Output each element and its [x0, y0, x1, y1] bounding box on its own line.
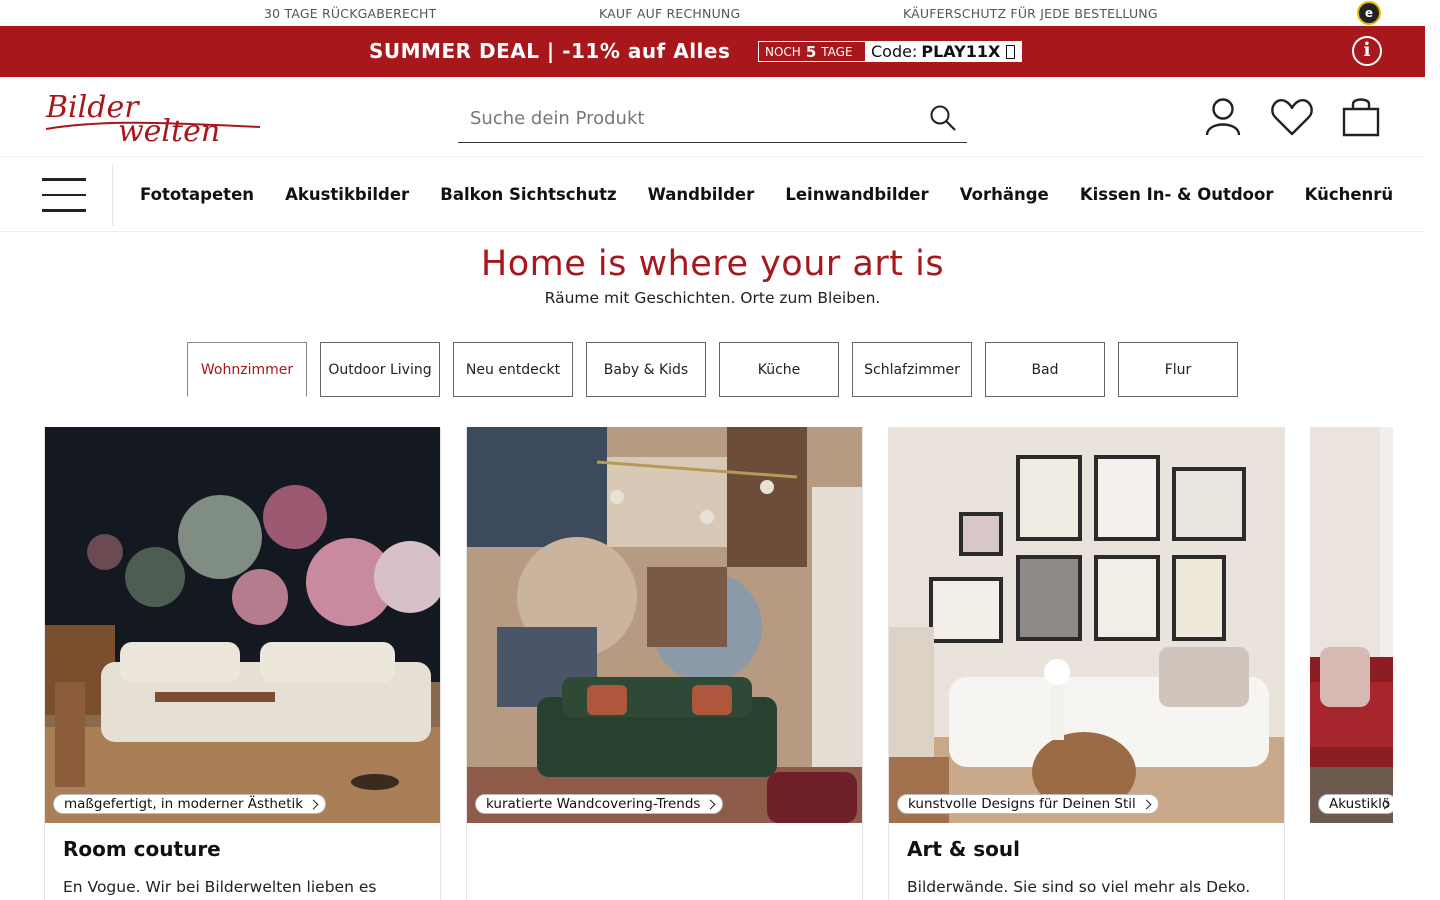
- nav-item-vorhaenge[interactable]: Vorhänge: [960, 158, 1049, 232]
- nav-item-wandbilder[interactable]: Wandbilder: [648, 158, 755, 232]
- shopping-bag-icon[interactable]: [1341, 97, 1381, 137]
- tab-bad[interactable]: Bad: [985, 342, 1105, 397]
- tab-schlafzimmer[interactable]: Schlafzimmer: [852, 342, 972, 397]
- category-navigation: Fototapeten Akustikbilder Balkon Sichtsc…: [0, 158, 1425, 232]
- card-pill-link[interactable]: maßgefertigt, in moderner Ästhetik: [53, 794, 327, 814]
- tab-outdoor-living[interactable]: Outdoor Living: [320, 342, 440, 397]
- nav-divider: [112, 164, 113, 226]
- promo-countdown: NOCH 5 TAGE: [758, 41, 866, 62]
- inspiration-card-acoustic[interactable]: Akustiklö: [1310, 427, 1393, 823]
- tab-wohnzimmer[interactable]: Wohnzimmer: [187, 342, 307, 397]
- countdown-prefix: NOCH: [765, 44, 801, 59]
- nav-item-kuechenrueckwaende[interactable]: Küchenrückwände: [1305, 158, 1393, 232]
- trust-bar: 30 TAGE RÜCKGABERECHT KAUF AUF RECHNUNG …: [0, 0, 1425, 26]
- logo-text-bottom: welten: [118, 114, 220, 145]
- account-icon[interactable]: [1203, 97, 1243, 137]
- card-image-red-sofa: [1310, 427, 1393, 823]
- promo-code-copy-button[interactable]: Code: PLAY11X: [866, 41, 1022, 62]
- card-image-abstract-wall: [467, 427, 862, 823]
- promo-bar: SUMMER DEAL | -11% auf Alles NOCH 5 TAGE…: [0, 26, 1425, 77]
- nav-item-akustikbilder[interactable]: Akustikbilder: [285, 158, 409, 232]
- nav-items: Fototapeten Akustikbilder Balkon Sichtsc…: [140, 158, 1393, 232]
- trusted-shops-seal-icon[interactable]: e: [1357, 1, 1381, 25]
- countdown-unit: TAGE: [821, 44, 853, 59]
- tab-flur[interactable]: Flur: [1118, 342, 1238, 397]
- menu-hamburger-icon[interactable]: [42, 178, 86, 212]
- trust-item-invoice: KAUF AUF RECHNUNG: [599, 6, 741, 21]
- card-image-gallery-wall: [889, 427, 1284, 823]
- bilderwelten-logo[interactable]: Bilder welten: [44, 89, 264, 145]
- trust-item-buyer-protection: KÄUFERSCHUTZ FÜR JEDE BESTELLUNG: [903, 6, 1158, 21]
- search-bar: [458, 95, 967, 143]
- tab-baby-kids[interactable]: Baby & Kids: [586, 342, 706, 397]
- page-subline: Räume mit Geschichten. Orte zum Bleiben.: [544, 289, 881, 307]
- tab-neu-entdeckt[interactable]: Neu entdeckt: [453, 342, 573, 397]
- promo-text: SUMMER DEAL | -11% auf Alles: [369, 39, 731, 63]
- search-input[interactable]: [470, 103, 910, 133]
- card-text: Bilderwände. Sie sind so viel mehr als D…: [907, 878, 1251, 896]
- nav-item-balkon-sichtschutz[interactable]: Balkon Sichtschutz: [440, 158, 616, 232]
- wishlist-heart-icon[interactable]: [1270, 97, 1314, 137]
- trust-item-returns: 30 TAGE RÜCKGABERECHT: [264, 6, 437, 21]
- search-icon[interactable]: [929, 104, 957, 132]
- inspiration-card-art-and-soul[interactable]: kunstvolle Designs für Deinen Stil Art &…: [888, 427, 1285, 900]
- card-title: Art & soul: [907, 837, 1021, 861]
- card-text: En Vogue. Wir bei Bilderwelten lieben es: [63, 878, 377, 896]
- tab-kueche[interactable]: Küche: [719, 342, 839, 397]
- inspiration-card-room-couture[interactable]: maßgefertigt, in moderner Ästhetik Room …: [44, 427, 441, 900]
- card-pill-link[interactable]: Akustiklö: [1318, 794, 1393, 814]
- card-title: Room couture: [63, 837, 221, 861]
- promo-code-label: Code:: [871, 42, 918, 61]
- info-icon[interactable]: i: [1352, 36, 1382, 66]
- nav-item-fototapeten[interactable]: Fototapeten: [140, 158, 254, 232]
- promo-code-value: PLAY11X: [921, 42, 1001, 61]
- card-image-floral-living-room: [45, 427, 440, 823]
- nav-item-kissen[interactable]: Kissen In- & Outdoor: [1080, 158, 1274, 232]
- inspiration-card-wallcovering[interactable]: kuratierte Wandcovering-Trends: [466, 427, 863, 900]
- page-headline: Home is where your art is: [480, 244, 945, 284]
- card-pill-link[interactable]: kunstvolle Designs für Deinen Stil: [897, 794, 1159, 814]
- copy-icon: [1006, 44, 1016, 59]
- countdown-value: 5: [805, 42, 817, 61]
- site-header: Bilder welten: [0, 77, 1425, 157]
- nav-item-leinwandbilder[interactable]: Leinwandbilder: [785, 158, 928, 232]
- card-pill-link[interactable]: kuratierte Wandcovering-Trends: [475, 794, 724, 814]
